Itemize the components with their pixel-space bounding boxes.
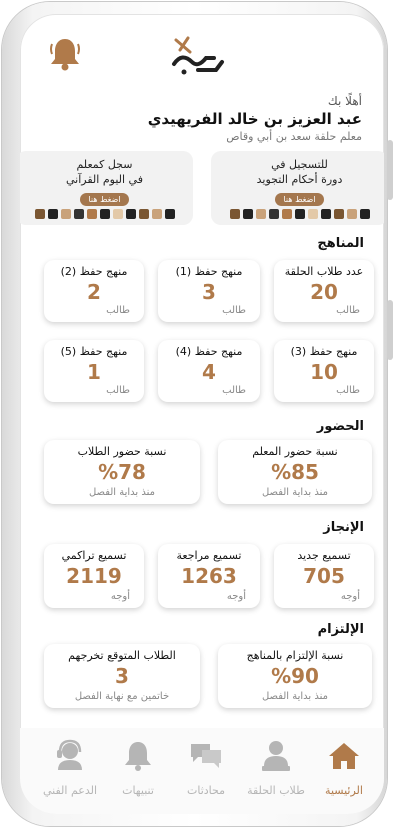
banner-cta-button[interactable]: اضغط هنا <box>80 193 129 206</box>
banner-line1: سجل كمعلم <box>76 158 133 171</box>
nav-label: الرئيسية <box>325 784 363 797</box>
phone-side-button <box>387 140 393 200</box>
bottom-navigation: الرئيسية طلاب الحلقة محادثات تنبيهات الد… <box>20 728 384 814</box>
stat-label: منهج حفظ (1) <box>175 265 243 278</box>
app-logo <box>172 36 224 75</box>
stat-value: 705 <box>303 564 345 588</box>
stat-value: 1263 <box>181 564 237 588</box>
stat-card[interactable]: منهج حفظ (1) 3 طالب <box>158 260 260 322</box>
quran-day-banner[interactable]: سجل كمعلم في اليوم القرآني اضغط هنا <box>20 151 193 225</box>
stat-label: الطلاب المتوقع تخرجهم <box>68 649 176 662</box>
stat-unit: أوجه <box>340 591 360 602</box>
banner-line2: في اليوم القرآني <box>66 173 143 186</box>
stat-unit: منذ بداية الفصل <box>88 487 156 498</box>
stat-unit: أوجه <box>226 591 246 602</box>
support-icon <box>57 739 82 770</box>
nav-item-students[interactable]: طلاب الحلقة <box>246 738 306 797</box>
teacher-role: معلم حلقة سعد بن أبي وقاص <box>226 130 362 143</box>
bell-icon <box>125 742 151 771</box>
stat-label: تسميع مراجعة <box>176 549 242 562</box>
nav-item-notifications[interactable]: تنبيهات <box>108 738 168 797</box>
greeting-block: أهلًا بك عبد العزيز بن خالد الفريهيدي مع… <box>148 94 362 143</box>
stat-card[interactable]: منهج حفظ (2) 2 طالب <box>44 260 144 322</box>
stat-label: عدد طلاب الحلقة <box>284 265 364 278</box>
section-title-attendance: الحضور <box>316 419 364 434</box>
stat-label: تسميع جديد <box>297 549 351 562</box>
stat-label: منهج حفظ (4) <box>175 345 243 358</box>
nav-label: تنبيهات <box>122 784 154 797</box>
greeting-text: أهلًا بك <box>327 94 362 108</box>
stat-card[interactable]: تسميع جديد 705 أوجه <box>274 544 374 608</box>
teacher-name: عبد العزيز بن خالد الفريهيدي <box>147 110 362 128</box>
stat-label: منهج حفظ (2) <box>60 265 128 278</box>
stat-unit: أوجه <box>110 591 130 602</box>
stat-unit: طالب <box>336 305 360 316</box>
stat-unit: منذ بداية الفصل <box>261 487 329 498</box>
section-title-curricula: المناهج <box>317 236 364 251</box>
stat-card[interactable]: منهج حفظ (3) 10 طالب <box>274 340 374 402</box>
stat-value: 3 <box>202 280 216 304</box>
banner-cta-button[interactable]: اضغط هنا <box>275 193 324 206</box>
stat-unit: طالب <box>222 385 246 396</box>
app-screen: أهلًا بك عبد العزيز بن خالد الفريهيدي مع… <box>20 14 384 814</box>
stat-value: 4 <box>202 360 216 384</box>
stat-value: 10 <box>310 360 338 384</box>
stat-label: منهج حفظ (3) <box>290 345 358 358</box>
stat-card[interactable]: عدد طلاب الحلقة 20 طالب <box>274 260 374 322</box>
stat-value: %85 <box>271 460 319 484</box>
section-title-achievement: الإنجاز <box>323 520 364 535</box>
nav-label: طلاب الحلقة <box>247 784 305 797</box>
stat-card[interactable]: منهج حفظ (4) 4 طالب <box>158 340 260 402</box>
stat-value: 20 <box>310 280 338 304</box>
stat-card[interactable]: منهج حفظ (5) 1 طالب <box>44 340 144 402</box>
home-icon <box>329 743 359 769</box>
stat-card[interactable]: نسبة الإلتزام بالمناهج %90 منذ بداية الف… <box>218 644 372 708</box>
stat-card[interactable]: الطلاب المتوقع تخرجهم 3 خاتمين مع نهاية … <box>44 644 200 708</box>
stat-value: 1 <box>87 360 101 384</box>
stat-unit: خاتمين مع نهاية الفصل <box>74 691 170 702</box>
decorative-pattern-strip <box>26 209 183 221</box>
stat-value: 2119 <box>66 564 122 588</box>
stat-card[interactable]: نسبة حضور الطلاب %78 منذ بداية الفصل <box>44 440 200 504</box>
stat-value: %78 <box>98 460 146 484</box>
chat-icon <box>191 744 221 768</box>
stat-value: %90 <box>271 664 319 688</box>
nav-label: الدعم الفني <box>42 784 98 797</box>
notifications-bell-icon[interactable] <box>48 36 82 72</box>
stat-label: نسبة حضور الطلاب <box>77 445 167 458</box>
nav-item-support[interactable]: الدعم الفني <box>40 738 100 797</box>
student-icon <box>262 741 290 771</box>
decorative-pattern-strip <box>221 209 378 221</box>
stat-label: نسبة حضور المعلم <box>252 445 338 458</box>
phone-side-button <box>387 300 393 360</box>
section-title-commitment: الإلتزام <box>317 622 364 637</box>
stat-unit: طالب <box>106 385 130 396</box>
nav-item-home[interactable]: الرئيسية <box>314 738 374 797</box>
tajweed-course-banner[interactable]: للتسجيل في دورة أحكام التجويد اضغط هنا <box>211 151 384 225</box>
stat-label: تسميع تراكمي <box>61 549 127 562</box>
stat-value: 3 <box>115 664 129 688</box>
stat-card[interactable]: تسميع مراجعة 1263 أوجه <box>158 544 260 608</box>
stat-label: نسبة الإلتزام بالمناهج <box>246 649 344 662</box>
top-bar <box>20 14 384 94</box>
banner-line1: للتسجيل في <box>271 158 328 171</box>
nav-item-chats[interactable]: محادثات <box>176 738 236 797</box>
stat-unit: طالب <box>106 305 130 316</box>
banner-line2: دورة أحكام التجويد <box>256 173 343 186</box>
stat-card[interactable]: تسميع تراكمي 2119 أوجه <box>44 544 144 608</box>
stat-unit: طالب <box>222 305 246 316</box>
stat-unit: طالب <box>336 385 360 396</box>
stat-unit: منذ بداية الفصل <box>261 691 329 702</box>
stat-label: منهج حفظ (5) <box>60 345 128 358</box>
nav-label: محادثات <box>186 784 225 797</box>
stat-card[interactable]: نسبة حضور المعلم %85 منذ بداية الفصل <box>218 440 372 504</box>
stat-value: 2 <box>87 280 101 304</box>
